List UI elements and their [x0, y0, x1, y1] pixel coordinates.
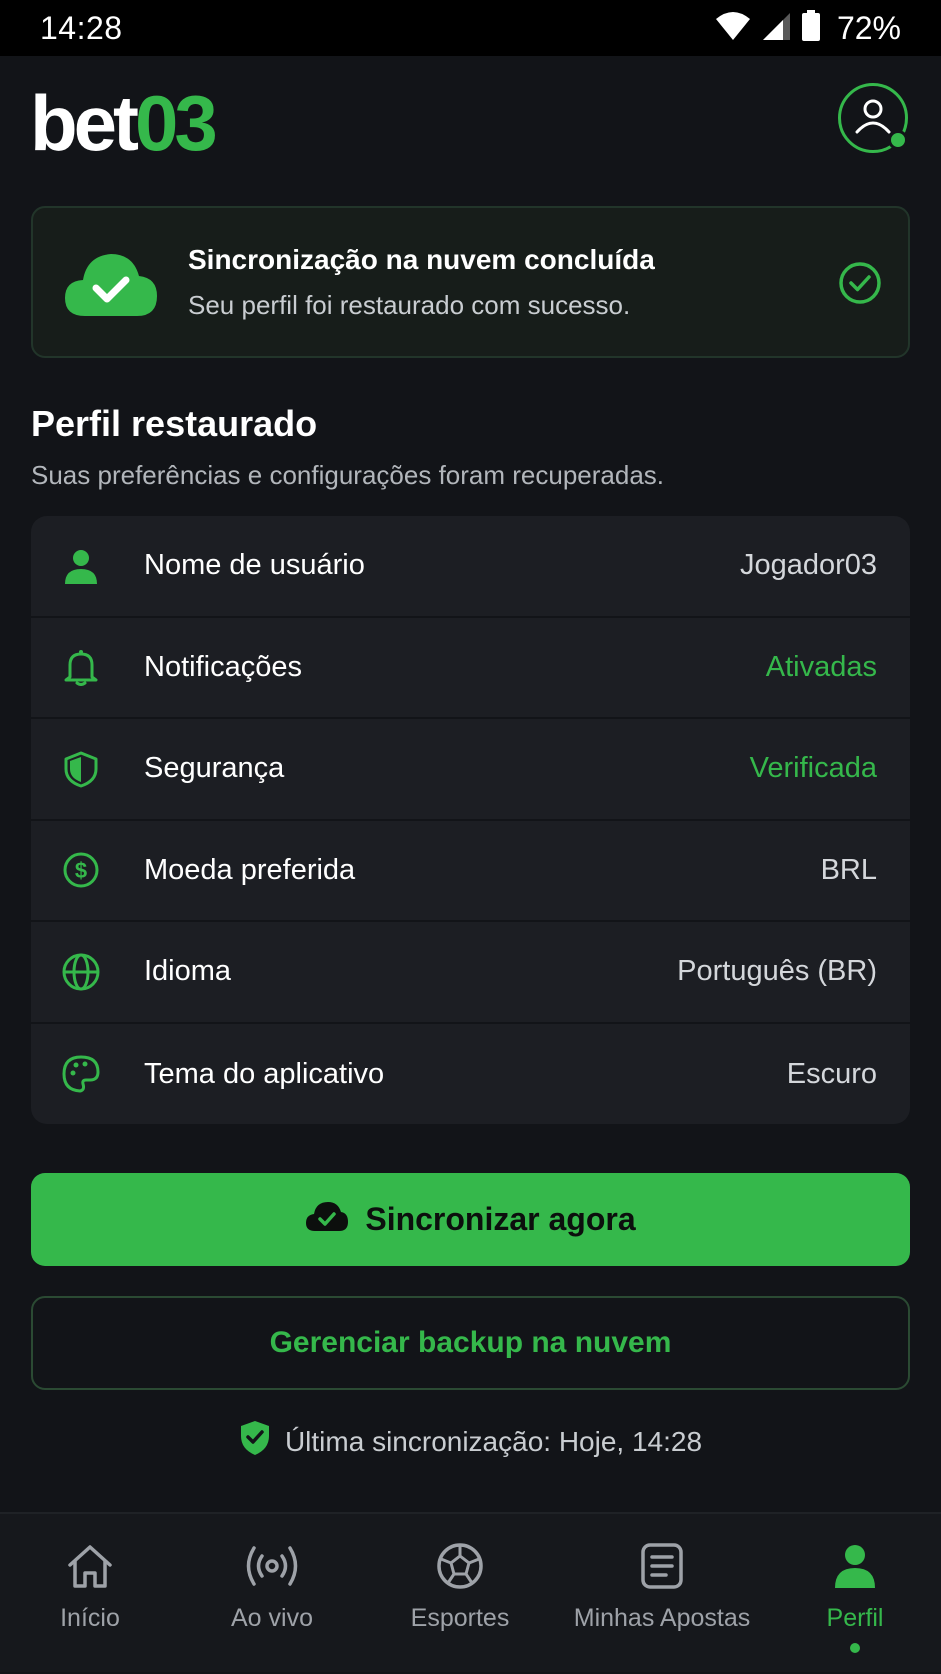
shield-icon [61, 749, 101, 789]
setting-row-language[interactable]: Idioma Português (BR) [31, 922, 910, 1024]
app-logo[interactable]: bet03 [30, 84, 218, 162]
user-icon [61, 546, 101, 586]
shield-check-icon [239, 1420, 271, 1463]
nav-sports[interactable]: Esportes [400, 1514, 520, 1674]
setting-row-notifications[interactable]: Notificações Ativadas [31, 618, 910, 719]
status-icons: 72% [715, 9, 901, 47]
setting-value: BRL [820, 853, 877, 886]
cloud-sync-icon [305, 1199, 349, 1241]
last-sync-text: Última sincronização: Hoje, 14:28 [284, 1425, 703, 1457]
settings-list: Nome de usuário Jogador03 Notificações A… [31, 516, 910, 1124]
setting-value: Escuro [786, 1057, 877, 1090]
sync-title: Sincronização na nuvem concluída [188, 244, 655, 275]
setting-value: Ativadas [765, 650, 877, 683]
currency-icon: $ [61, 850, 101, 890]
setting-row-username[interactable]: Nome de usuário Jogador03 [31, 516, 910, 618]
nav-label: Início [60, 1604, 120, 1632]
bell-icon [61, 647, 101, 687]
bets-icon [640, 1540, 684, 1592]
section-title: Perfil restaurado [31, 403, 318, 444]
setting-label: Nome de usuário [144, 549, 365, 582]
active-indicator [850, 1643, 860, 1653]
setting-label: Moeda preferida [144, 853, 356, 886]
status-bar: 14:28 72% [0, 0, 941, 56]
setting-row-currency[interactable]: $ Moeda preferida BRL [31, 821, 910, 922]
logo-text-bet: bet [30, 79, 139, 167]
globe-icon [61, 952, 101, 992]
nav-my-bets[interactable]: Minhas Apostas [560, 1514, 764, 1674]
setting-label: Notificações [144, 650, 302, 683]
sync-now-button[interactable]: Sincronizar agora [31, 1173, 910, 1266]
profile-icon [833, 1540, 877, 1592]
nav-label: Ao vivo [231, 1604, 313, 1632]
setting-value: Jogador03 [739, 549, 877, 582]
setting-label: Tema do aplicativo [144, 1057, 385, 1090]
logo-text-03: 03 [135, 79, 218, 167]
nav-label: Minhas Apostas [573, 1604, 751, 1632]
setting-row-theme[interactable]: Tema do aplicativo Escuro [31, 1024, 910, 1125]
sync-success-card: Sincronização na nuvem concluída Seu per… [31, 206, 910, 358]
cloud-check-icon [63, 248, 159, 323]
section-subtitle: Suas preferências e configurações foram … [31, 460, 665, 490]
setting-label: Idioma [144, 955, 232, 988]
nav-home[interactable]: Início [30, 1514, 150, 1674]
nav-label: Perfil [826, 1604, 884, 1632]
bottom-nav: Início Ao vivo Esportes Minhas Apostas P… [0, 1512, 941, 1672]
nav-live[interactable]: Ao vivo [212, 1514, 332, 1674]
palette-icon [61, 1054, 101, 1094]
manage-backup-button[interactable]: Gerenciar backup na nuvem [31, 1296, 910, 1390]
sync-subtitle: Seu perfil foi restaurado com sucesso. [188, 290, 631, 320]
user-circle-icon [853, 96, 893, 141]
svg-text:$: $ [75, 858, 87, 883]
check-circle-icon [838, 261, 882, 310]
soccer-ball-icon [436, 1540, 484, 1592]
signal-icon [761, 11, 791, 46]
setting-value: Português (BR) [677, 955, 877, 988]
live-icon [246, 1540, 298, 1592]
setting-label: Segurança [144, 752, 285, 785]
setting-value: Verificada [749, 752, 877, 785]
online-indicator [888, 130, 908, 150]
nav-label: Esportes [410, 1604, 510, 1632]
sync-now-label: Sincronizar agora [365, 1201, 636, 1237]
manage-backup-label: Gerenciar backup na nuvem [269, 1326, 672, 1359]
battery-percent: 72% [836, 9, 901, 46]
status-time: 14:28 [40, 9, 123, 46]
setting-row-security[interactable]: Segurança Verificada [31, 719, 910, 821]
app-header: bet03 [0, 56, 941, 206]
nav-profile[interactable]: Perfil [795, 1514, 915, 1674]
wifi-icon [715, 11, 751, 46]
battery-icon [801, 9, 821, 47]
home-icon [66, 1540, 114, 1592]
profile-button[interactable] [838, 83, 908, 153]
last-sync-info: Última sincronização: Hoje, 14:28 [0, 1420, 941, 1463]
